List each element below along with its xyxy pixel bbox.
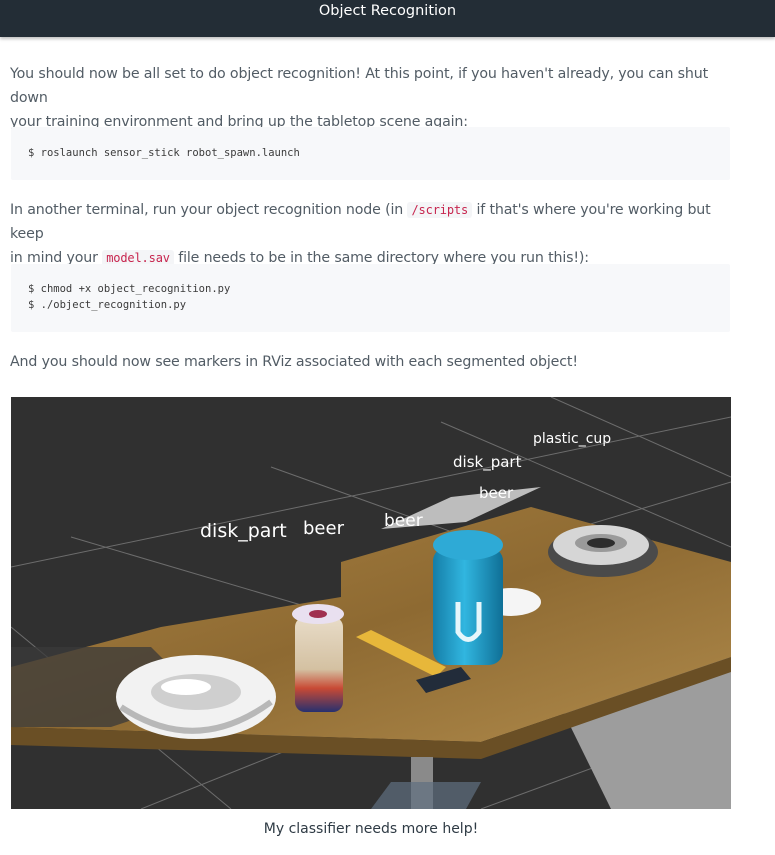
run-node-text-a: In another terminal, run your object rec… [10,202,408,218]
beer-middle-object [292,604,344,712]
label-disk-part-right: disk_part [453,453,522,472]
disk-part-left [116,655,276,739]
intro-paragraph: You should now be all set to do object r… [10,62,730,134]
table-leg-shadow [371,782,481,809]
code-block-run[interactable]: $ chmod +x object_recognition.py $ ./obj… [11,264,730,332]
rviz-screenshot: plastic_cup disk_part beer disk_part bee… [11,397,731,809]
page-title: Object Recognition [318,3,457,19]
inline-code-scripts: /scripts [407,202,473,218]
label-beer-middle: beer [303,518,345,539]
disk-part-right-object [548,525,658,577]
code-block-launch[interactable]: $ roslaunch sensor_stick robot_spawn.lau… [11,127,730,180]
beer-can-object [433,530,503,665]
run-node-paragraph: In another terminal, run your object rec… [10,198,730,270]
rviz-scene: plastic_cup disk_part beer disk_part bee… [11,397,731,809]
markers-paragraph: And you should now see markers in RViz a… [10,354,578,370]
code-line-run-script: $ ./object_recognition.py [28,299,187,311]
label-beer-left: beer [384,511,423,531]
code-line-chmod: $ chmod +x object_recognition.py [28,283,231,295]
label-disk-part-left: disk_part [200,520,287,542]
image-caption: My classifier needs more help! [263,821,479,837]
label-plastic-cup: plastic_cup [533,431,611,447]
label-beer-right: beer [479,484,514,502]
code-line-roslaunch: $ roslaunch sensor_stick robot_spawn.lau… [28,147,300,159]
run-node-line-1: In another terminal, run your object rec… [10,198,730,246]
intro-line-1: You should now be all set to do object r… [10,66,708,106]
top-bar: Object Recognition [0,0,775,37]
